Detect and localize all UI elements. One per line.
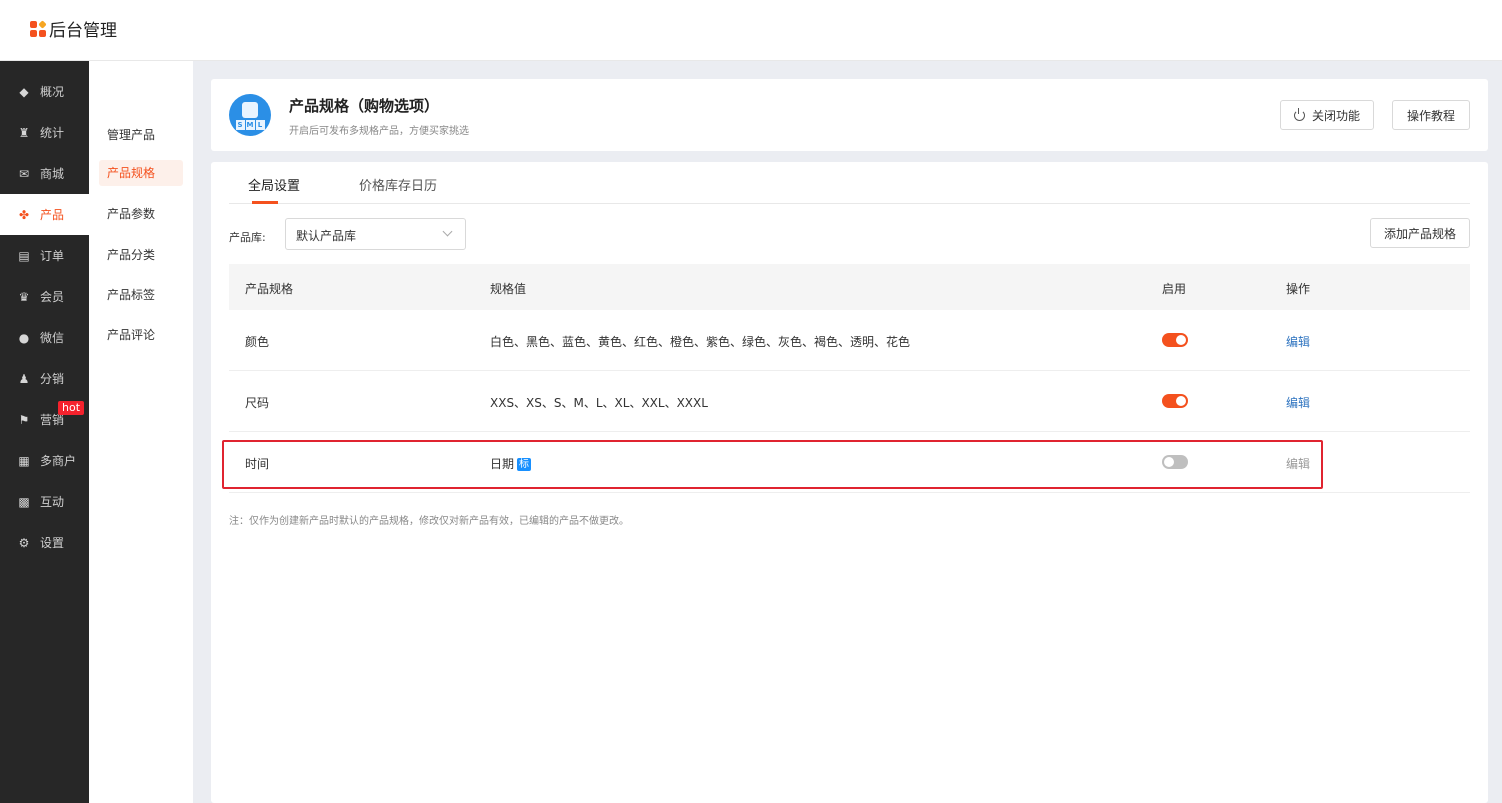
size-letter: M	[245, 120, 255, 130]
wechat-icon: ●	[18, 330, 30, 345]
edit-link[interactable]: 编辑	[1286, 455, 1310, 472]
spec-values: 白色、黑色、蓝色、黄色、红色、橙色、紫色、绿色、灰色、褐色、透明、花色	[490, 335, 911, 349]
subnav-item-product-params[interactable]: 产品参数	[99, 201, 183, 227]
sidebar-item-wechat[interactable]: ● 微信	[0, 317, 89, 358]
sidebar-item-label: 多商户	[40, 454, 77, 468]
sidebar-item-interaction[interactable]: ▩ 互动	[0, 481, 89, 522]
sidebar-item-label: 设置	[40, 536, 65, 550]
spec-name: 时间	[245, 457, 270, 471]
standard-badge: 标	[517, 458, 532, 471]
tab-price-stock-calendar[interactable]: 价格库存日历	[359, 175, 437, 194]
chevron-down-icon	[442, 226, 453, 237]
sidebar-item-overview[interactable]: ◆ 概况	[0, 71, 89, 112]
sidebar-item-members[interactable]: ♛ 会员	[0, 276, 89, 317]
interaction-icon: ▩	[18, 494, 30, 509]
main-content-card: 全局设置 价格库存日历 产品库: 默认产品库 添加产品规格 产品规格 规格值 启…	[211, 162, 1488, 803]
primary-sidebar: ◆ 概况 ♜ 统计 ✉ 商城 ✤ 产品 ▤ 订单 ♛ 会员 ● 微信 ♟ 分销 ⚑ 营销 hot ▦…	[0, 61, 89, 803]
active-tab-indicator	[252, 201, 278, 204]
clipboard-icon: ▤	[18, 248, 30, 263]
shopping-bag-icon: S M L	[229, 94, 271, 136]
sidebar-item-label: 概况	[40, 85, 65, 99]
page-description: 开启后可发布多规格产品，方便买家挑选	[289, 126, 469, 137]
tab-bar: 全局设置 价格库存日历	[229, 162, 1470, 204]
sidebar-item-distribution[interactable]: ♟ 分销	[0, 358, 89, 399]
table-row: 尺码 XXS、XS、S、M、L、XL、XXL、XXXL 编辑	[229, 371, 1470, 432]
subnav-item-manage-products[interactable]: 管理产品	[99, 122, 183, 148]
store-icon: ✉	[18, 166, 30, 181]
logo-icon	[30, 19, 47, 37]
enable-toggle[interactable]	[1162, 455, 1188, 469]
column-header-values: 规格值	[490, 282, 527, 296]
size-letter: S	[235, 120, 245, 130]
feature-header-card: S M L 产品规格（购物选项） 开启后可发布多规格产品，方便买家挑选 关闭功能…	[211, 79, 1488, 151]
top-bar: 后台管理	[0, 0, 1502, 61]
spec-name: 颜色	[245, 335, 270, 349]
page-title: 产品规格（购物选项）	[289, 97, 440, 115]
sidebar-item-mall[interactable]: ✉ 商城	[0, 153, 89, 194]
sidebar-item-label: 统计	[40, 126, 65, 140]
enable-toggle[interactable]	[1162, 394, 1188, 408]
spec-name: 尺码	[245, 396, 270, 410]
sidebar-item-settings[interactable]: ⚙ 设置	[0, 522, 89, 563]
logo[interactable]: 后台管理	[30, 16, 117, 41]
close-feature-button[interactable]: 关闭功能	[1280, 100, 1374, 130]
crown-icon: ♛	[18, 289, 30, 304]
sidebar-item-label: 会员	[40, 290, 65, 304]
subnav-item-product-specs[interactable]: 产品规格	[99, 160, 183, 186]
product-library-select[interactable]: 默认产品库	[285, 218, 466, 250]
table-header: 产品规格 规格值 启用 操作	[229, 264, 1470, 310]
enable-toggle[interactable]	[1162, 333, 1188, 347]
sidebar-item-stats[interactable]: ♜ 统计	[0, 112, 89, 153]
secondary-sidebar: 管理产品 产品规格 产品参数 产品分类 产品标签 产品评论	[89, 61, 193, 803]
size-letter: L	[255, 120, 265, 130]
spec-values: 日期	[490, 457, 515, 471]
subnav-item-product-categories[interactable]: 产品分类	[99, 242, 183, 268]
sidebar-item-label: 互动	[40, 495, 65, 509]
sidebar-item-label: 订单	[40, 249, 65, 263]
sidebar-item-products[interactable]: ✤ 产品	[0, 194, 89, 235]
sidebar-item-merchants[interactable]: ▦ 多商户	[0, 440, 89, 481]
table-row: 时间 日期标 编辑	[229, 432, 1470, 493]
sidebar-item-label: 微信	[40, 331, 65, 345]
close-feature-label: 关闭功能	[1311, 108, 1360, 123]
sidebar-item-label: 产品	[40, 208, 65, 222]
flag-icon: ⚑	[18, 412, 30, 427]
hot-badge: hot	[58, 401, 85, 415]
users-icon: ♟	[18, 371, 30, 386]
gear-icon: ⚙	[18, 535, 30, 550]
add-spec-button[interactable]: 添加产品规格	[1370, 218, 1470, 248]
spec-values: XXS、XS、S、M、L、XL、XXL、XXXL	[490, 396, 708, 410]
stats-icon: ♜	[18, 125, 30, 140]
spec-values-cell: 日期标	[490, 455, 532, 472]
subnav-item-product-reviews[interactable]: 产品评论	[99, 322, 183, 348]
tutorial-button[interactable]: 操作教程	[1392, 100, 1470, 130]
column-header-spec: 产品规格	[245, 282, 294, 296]
sidebar-item-marketing[interactable]: ⚑ 营销 hot	[0, 399, 89, 440]
sidebar-item-label: 商城	[40, 167, 65, 181]
footnote: 注：仅作为创建新产品时默认的产品规格，修改仅对新产品有效，已编辑的产品不做更改。	[229, 516, 629, 527]
merchant-icon: ▦	[18, 453, 30, 468]
layers-icon: ◆	[19, 84, 29, 99]
edit-link[interactable]: 编辑	[1286, 333, 1310, 350]
power-icon	[1293, 107, 1305, 121]
table-row: 颜色 白色、黑色、蓝色、黄色、红色、橙色、紫色、绿色、灰色、褐色、透明、花色 编…	[229, 310, 1470, 371]
products-icon: ✤	[18, 207, 30, 222]
tab-global-settings[interactable]: 全局设置	[248, 175, 300, 194]
sidebar-item-orders[interactable]: ▤ 订单	[0, 235, 89, 276]
subnav-item-product-tags[interactable]: 产品标签	[99, 282, 183, 308]
app-title: 后台管理	[49, 21, 117, 41]
sidebar-item-label: 分销	[40, 372, 65, 386]
product-library-label: 产品库:	[229, 231, 266, 244]
product-library-value: 默认产品库	[296, 229, 357, 243]
column-header-enabled: 启用	[1162, 282, 1187, 296]
edit-link[interactable]: 编辑	[1286, 394, 1310, 411]
column-header-action: 操作	[1286, 282, 1311, 296]
